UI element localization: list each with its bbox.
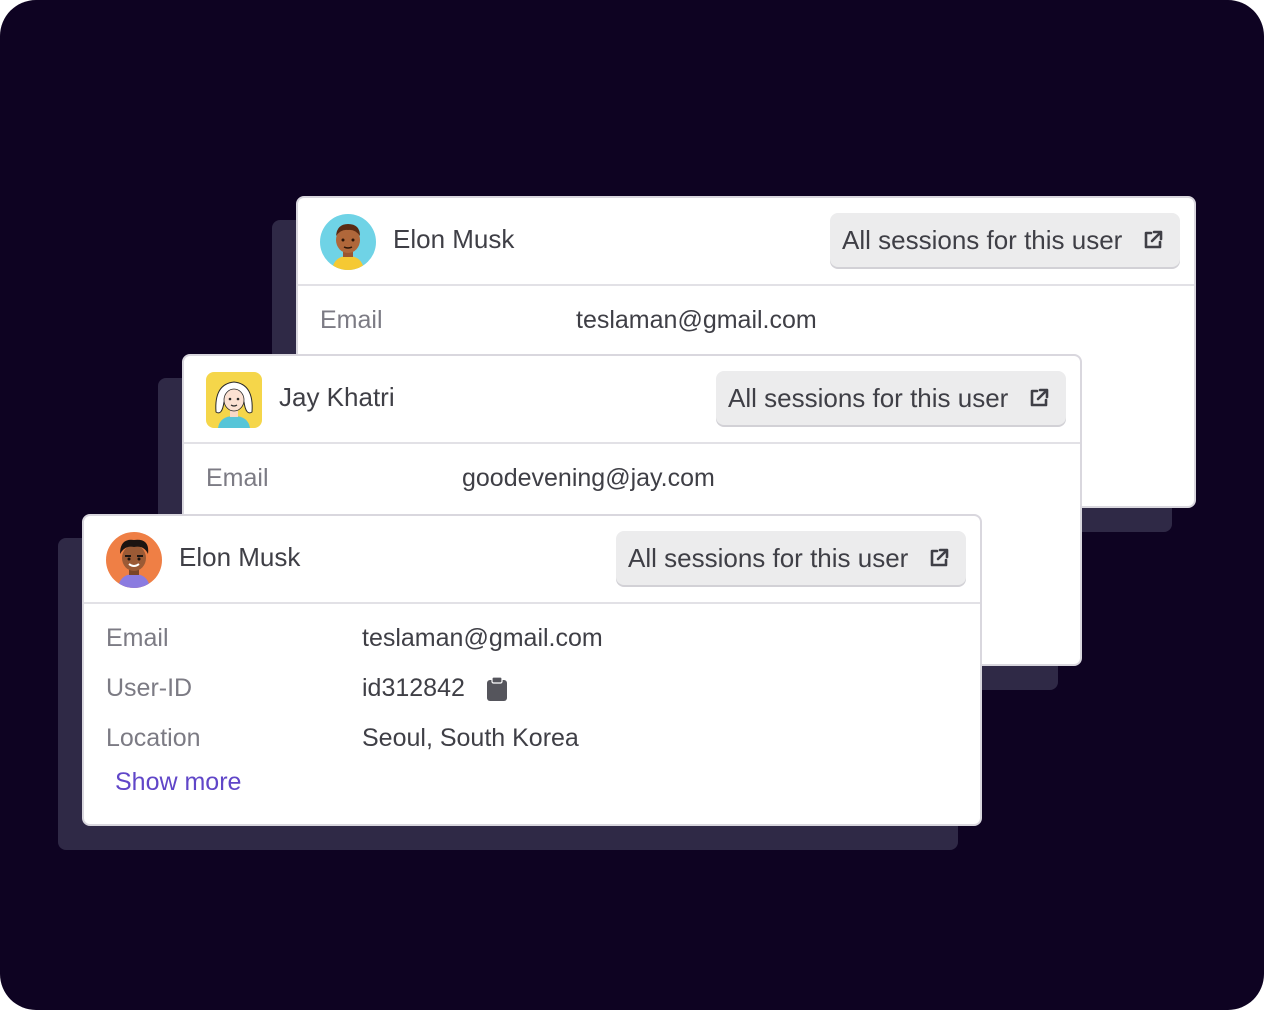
field-label: Email bbox=[106, 624, 169, 652]
avatar-orange-icon bbox=[106, 532, 162, 588]
email-value: teslaman@gmail.com bbox=[362, 624, 603, 652]
all-sessions-button[interactable]: All sessions for this user bbox=[716, 371, 1066, 425]
background-stage: Elon Musk All sessions for this user Ema… bbox=[0, 0, 1264, 1010]
user-name: Elon Musk bbox=[393, 224, 515, 254]
user-name: Elon Musk bbox=[179, 542, 301, 572]
external-link-icon bbox=[1028, 387, 1050, 409]
location-value: Seoul, South Korea bbox=[362, 724, 579, 752]
field-label: Location bbox=[106, 724, 201, 752]
all-sessions-label: All sessions for this user bbox=[728, 383, 1009, 413]
field-label: Email bbox=[320, 306, 383, 334]
field-label: User-ID bbox=[106, 674, 193, 702]
external-link-icon bbox=[928, 547, 950, 569]
avatar-yellow-icon bbox=[206, 372, 262, 428]
user-card: Elon Musk All sessions for this user Ema… bbox=[82, 514, 982, 826]
email-value: teslaman@gmail.com bbox=[576, 306, 817, 334]
clipboard-icon[interactable] bbox=[486, 676, 508, 702]
all-sessions-button[interactable]: All sessions for this user bbox=[830, 213, 1180, 267]
email-value: goodevening@jay.com bbox=[462, 464, 715, 492]
all-sessions-label: All sessions for this user bbox=[628, 543, 909, 573]
external-link-icon bbox=[1142, 229, 1164, 251]
all-sessions-button[interactable]: All sessions for this user bbox=[616, 531, 966, 585]
card-header: Elon Musk All sessions for this user bbox=[298, 198, 1194, 286]
user-name: Jay Khatri bbox=[279, 382, 395, 412]
field-label: Email bbox=[206, 464, 269, 492]
card-header: Jay Khatri All sessions for this user bbox=[184, 356, 1080, 444]
card-header: Elon Musk All sessions for this user bbox=[84, 516, 980, 604]
user-id-value: id312842 bbox=[362, 674, 465, 702]
show-more-link[interactable]: Show more bbox=[115, 768, 241, 797]
all-sessions-label: All sessions for this user bbox=[842, 225, 1123, 255]
avatar-cyan-icon bbox=[320, 214, 376, 270]
